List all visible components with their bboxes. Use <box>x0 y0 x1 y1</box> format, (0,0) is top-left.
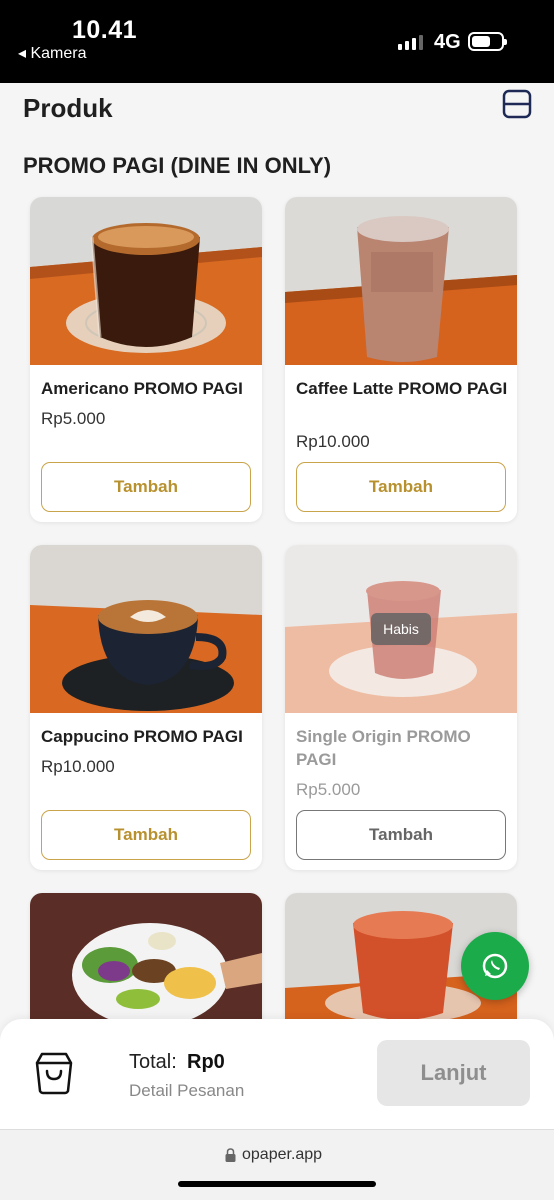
product-price: Rp5.000 <box>41 409 106 428</box>
lock-icon <box>225 1148 236 1162</box>
back-to-camera-link[interactable]: ◂ Kamera <box>18 43 87 63</box>
sold-out-badge: Habis <box>371 613 431 645</box>
whatsapp-button[interactable] <box>461 932 529 1000</box>
page-title: Produk <box>23 93 113 123</box>
product-card[interactable]: Americano PROMO PAGI Rp5.000 Tambah <box>30 197 262 522</box>
product-card-sold-out[interactable]: Habis Single Origin PROMO PAGI Rp5.000 T… <box>285 545 517 870</box>
app-screen: 10.41 ◂ Kamera 4G Produk PROMO PAGI (DIN… <box>0 0 554 1200</box>
product-card[interactable]: Cappucino PROMO PAGI Rp10.000 Tambah <box>30 545 262 870</box>
product-price: Rp5.000 <box>296 780 361 799</box>
shopping-bag-icon[interactable] <box>32 1049 76 1095</box>
add-button[interactable]: Tambah <box>296 462 506 512</box>
url-text[interactable]: opaper.app <box>242 1146 322 1164</box>
product-price: Rp10.000 <box>41 757 115 776</box>
product-name: Cappucino PROMO PAGI <box>41 727 243 746</box>
total-label: Total: <box>129 1051 177 1073</box>
network-type: 4G <box>434 31 461 53</box>
status-time: 10.41 <box>72 16 138 44</box>
home-indicator <box>178 1181 376 1187</box>
section-title: PROMO PAGI (DINE IN ONLY) <box>23 153 332 178</box>
whatsapp-icon <box>482 953 508 979</box>
signal-icon <box>398 34 423 50</box>
add-button[interactable]: Tambah <box>296 810 506 860</box>
total-value: Rp0 <box>187 1051 225 1073</box>
product-image-americano <box>30 197 262 365</box>
product-image-caffee-latte <box>285 197 517 365</box>
status-bar: 10.41 ◂ Kamera 4G <box>0 0 554 83</box>
product-name: Americano PROMO PAGI <box>41 379 243 398</box>
battery-icon <box>468 32 507 51</box>
order-detail-link[interactable]: Detail Pesanan <box>129 1081 244 1101</box>
browser-url-bar[interactable]: opaper.app <box>0 1129 554 1200</box>
product-name: Single Origin PROMO PAGI <box>296 727 471 769</box>
layout-toggle-icon[interactable] <box>502 89 532 119</box>
product-name: Caffee Latte PROMO PAGI <box>296 379 508 398</box>
product-card[interactable]: Caffee Latte PROMO PAGI Rp10.000 Tambah <box>285 197 517 522</box>
add-button[interactable]: Tambah <box>41 462 251 512</box>
add-button[interactable]: Tambah <box>41 810 251 860</box>
continue-button[interactable]: Lanjut <box>377 1040 530 1106</box>
cart-bar: Total: Rp0 Detail Pesanan Lanjut <box>0 1019 554 1129</box>
product-image-cappucino <box>30 545 262 713</box>
product-price: Rp10.000 <box>296 432 370 451</box>
